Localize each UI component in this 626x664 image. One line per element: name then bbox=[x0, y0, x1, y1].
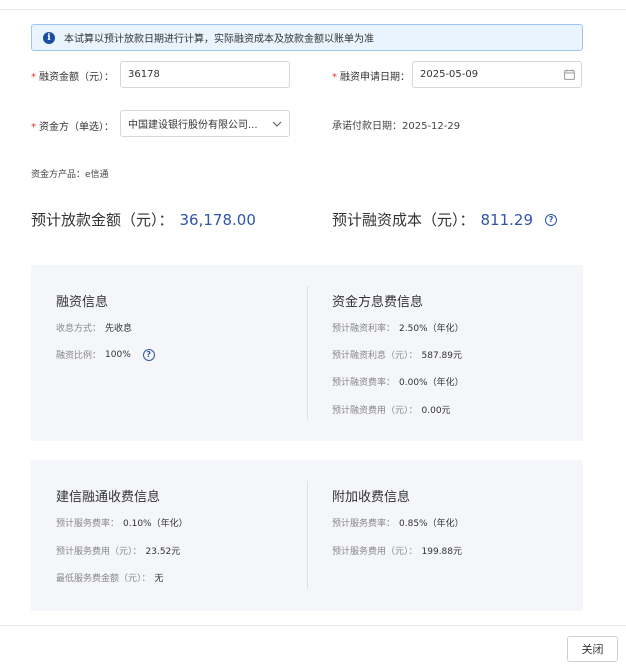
fee-panel-top: 融资信息 收息方式： 先收息 融资比例： 100% ? 资金方息费信息 预计融资利率… bbox=[31, 265, 583, 441]
chevron-down-icon[interactable] bbox=[265, 121, 289, 127]
jx-fee-row: 预计服务费用（元）： 23.52元 bbox=[56, 547, 181, 557]
jx-fee-title: 建信融通收费信息 bbox=[56, 490, 161, 505]
funder-fee-row: 预计融资费率： 0.00%（年化） bbox=[332, 378, 464, 388]
estimated-loan-amount: 预计放款金额（元）： 36,178.00 bbox=[31, 210, 256, 230]
promise-date: 承诺付款日期：2025-12-29 bbox=[332, 121, 461, 132]
close-button[interactable]: 关闭 bbox=[567, 636, 618, 662]
jx-fee-row: 最低服务费金额（元）：无 bbox=[56, 574, 164, 584]
interest-method: 收息方式： 先收息 bbox=[56, 324, 133, 334]
financing-ratio: 融资比例： 100% ? bbox=[56, 348, 155, 361]
funder-fee-row: 预计融资利率： 2.50%（年化） bbox=[332, 324, 464, 334]
extra-fee-title: 附加收费信息 bbox=[332, 490, 411, 505]
alert-text: 本试算以预计放款日期进行计算，实际融资成本及放款金额以账单为准 bbox=[64, 34, 374, 45]
funder-product: 资金方产品：e信通 bbox=[31, 170, 109, 180]
jx-fee-row: 预计服务费率： 0.10%（年化） bbox=[56, 519, 188, 529]
calendar-icon[interactable] bbox=[557, 69, 581, 80]
info-icon: i bbox=[43, 31, 55, 44]
funder-fee-title: 资金方息费信息 bbox=[332, 295, 424, 310]
funder-select[interactable]: 中国建设银行股份有限公司... bbox=[120, 110, 290, 137]
apply-date-label: * 融资申请日期： bbox=[332, 72, 410, 83]
funder-label: * 资金方（单选）： bbox=[31, 122, 114, 133]
extra-fee-row: 预计服务费用（元）： 199.88元 bbox=[332, 547, 463, 557]
fee-panel-bottom: 建信融通收费信息 预计服务费率： 0.10%（年化） 预计服务费用（元）： 23.5… bbox=[31, 460, 583, 611]
help-icon[interactable]: ? bbox=[545, 213, 558, 226]
funder-fee-row: 预计融资利息（元）： 587.89元 bbox=[332, 351, 463, 361]
amount-label: * 融资金额（元）： bbox=[31, 72, 114, 83]
funder-fee-row: 预计融资费用（元）： 0.00元 bbox=[332, 406, 451, 416]
footer-divider bbox=[0, 625, 626, 626]
help-icon[interactable]: ? bbox=[142, 348, 155, 361]
amount-input[interactable]: 36178 bbox=[120, 61, 290, 88]
financing-info-title: 融资信息 bbox=[56, 295, 109, 310]
top-divider bbox=[0, 9, 626, 10]
info-alert: i 本试算以预计放款日期进行计算，实际融资成本及放款金额以账单为准 bbox=[31, 24, 583, 51]
extra-fee-row: 预计服务费率： 0.85%（年化） bbox=[332, 519, 464, 529]
estimated-financing-cost: 预计融资成本（元）： 811.29 ? bbox=[332, 209, 558, 230]
apply-date-picker[interactable]: 2025-05-09 bbox=[412, 61, 582, 88]
